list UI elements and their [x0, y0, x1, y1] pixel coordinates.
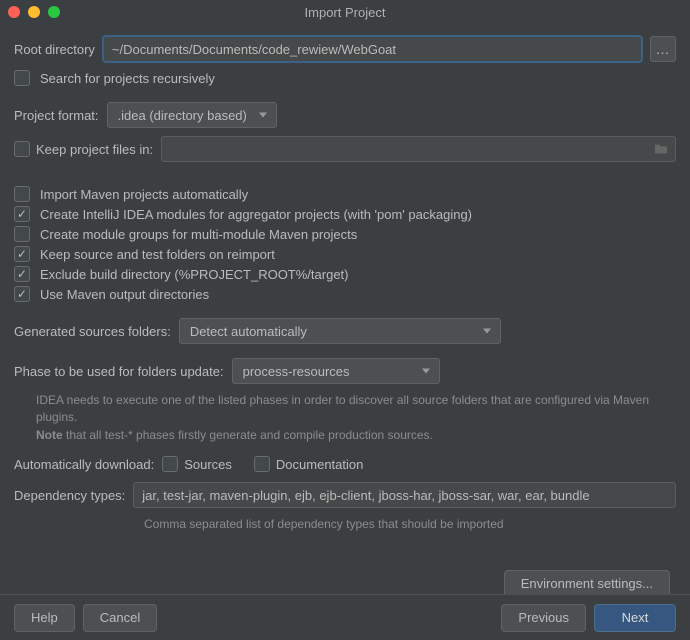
dependency-types-label: Dependency types: [14, 488, 125, 503]
generated-sources-value: Detect automatically [190, 324, 307, 339]
generated-sources-label: Generated sources folders: [14, 324, 171, 339]
root-directory-label: Root directory [14, 42, 95, 57]
titlebar: Import Project [0, 0, 690, 24]
project-format-row: Project format: .idea (directory based) [14, 102, 676, 128]
phase-label: Phase to be used for folders update: [14, 364, 224, 379]
auto-download-label: Automatically download: [14, 457, 154, 472]
window-title: Import Project [0, 5, 690, 20]
download-documentation-checkbox[interactable] [254, 456, 270, 472]
download-sources-checkbox[interactable] [162, 456, 178, 472]
keep-files-label: Keep project files in: [36, 142, 153, 157]
phase-note-prefix: IDEA needs to execute one of the listed … [36, 393, 649, 424]
phase-note: IDEA needs to execute one of the listed … [36, 392, 676, 444]
keep-files-checkbox[interactable] [14, 141, 30, 157]
auto-import-checkbox[interactable] [14, 186, 30, 202]
help-button[interactable]: Help [14, 604, 75, 632]
phase-note-strong: Note [36, 428, 63, 442]
download-sources-label: Sources [184, 457, 232, 472]
aggregator-label: Create IntelliJ IDEA modules for aggrega… [40, 207, 472, 222]
phase-row: Phase to be used for folders update: pro… [14, 358, 676, 384]
ellipsis-icon: … [656, 41, 671, 57]
auto-download-row: Automatically download: Sources Document… [14, 456, 676, 472]
auto-import-label: Import Maven projects automatically [40, 187, 248, 202]
previous-button[interactable]: Previous [501, 604, 586, 632]
next-button[interactable]: Next [594, 604, 676, 632]
use-output-label: Use Maven output directories [40, 287, 209, 302]
download-documentation-label: Documentation [276, 457, 363, 472]
keep-source-label: Keep source and test folders on reimport [40, 247, 275, 262]
browse-root-button[interactable]: … [650, 36, 676, 62]
folder-icon[interactable] [654, 142, 668, 156]
phase-value: process-resources [243, 364, 350, 379]
use-output-checkbox[interactable] [14, 286, 30, 302]
dependency-types-input[interactable] [133, 482, 676, 508]
keep-files-input[interactable] [161, 136, 676, 162]
generated-sources-select[interactable]: Detect automatically [179, 318, 501, 344]
project-format-label: Project format: [14, 108, 99, 123]
dependency-types-row: Dependency types: [14, 482, 676, 508]
project-format-select[interactable]: .idea (directory based) [107, 102, 277, 128]
search-recursively-label: Search for projects recursively [40, 71, 215, 86]
module-groups-label: Create module groups for multi-module Ma… [40, 227, 357, 242]
root-directory-input[interactable] [103, 36, 642, 62]
keep-files-row: Keep project files in: [14, 136, 676, 162]
footer: Help Cancel Previous Next [0, 594, 690, 640]
root-directory-row: Root directory … [14, 36, 676, 62]
project-format-value: .idea (directory based) [118, 108, 247, 123]
module-groups-checkbox[interactable] [14, 226, 30, 242]
dependency-types-hint: Comma separated list of dependency types… [144, 516, 676, 533]
exclude-build-label: Exclude build directory (%PROJECT_ROOT%/… [40, 267, 348, 282]
aggregator-checkbox[interactable] [14, 206, 30, 222]
dialog-content: Root directory … Search for projects rec… [0, 24, 690, 598]
cancel-button[interactable]: Cancel [83, 604, 157, 632]
exclude-build-checkbox[interactable] [14, 266, 30, 282]
phase-select[interactable]: process-resources [232, 358, 440, 384]
search-recursively-row: Search for projects recursively [14, 70, 676, 86]
generated-sources-row: Generated sources folders: Detect automa… [14, 318, 676, 344]
phase-note-rest: that all test-* phases firstly generate … [63, 428, 433, 442]
search-recursively-checkbox[interactable] [14, 70, 30, 86]
keep-source-checkbox[interactable] [14, 246, 30, 262]
